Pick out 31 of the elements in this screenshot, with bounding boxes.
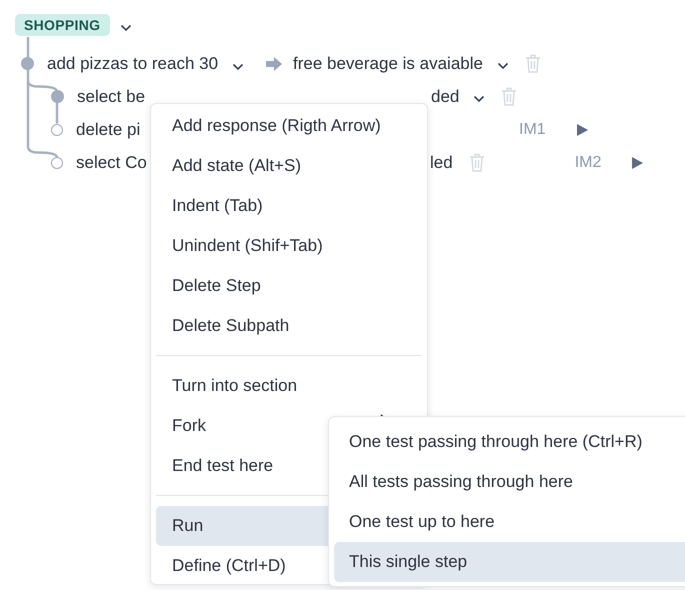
play-icon[interactable] — [576, 122, 589, 136]
chevron-down-icon[interactable] — [473, 94, 486, 102]
play-icon[interactable] — [631, 156, 644, 170]
menu-item[interactable]: Turn into section — [156, 366, 422, 406]
step-action[interactable]: select be — [77, 86, 146, 106]
menu-item[interactable]: Delete Step — [156, 266, 422, 306]
menu-item[interactable]: Add response (Rigth Arrow) — [156, 106, 422, 146]
section-badge[interactable]: SHOPPING — [15, 14, 110, 36]
menu-item[interactable]: This single step — [334, 542, 685, 582]
arrow-right-icon — [265, 56, 283, 72]
node-circle — [51, 156, 63, 168]
menu-item[interactable]: All tests passing through here — [334, 462, 685, 502]
step-response[interactable]: free beverage is avaiable — [293, 54, 483, 74]
chevron-down-icon[interactable] — [496, 62, 509, 70]
step-action[interactable]: add pizzas to reach 30 — [47, 54, 218, 74]
step-response[interactable]: led — [430, 152, 453, 172]
step-tag: IM1 — [519, 120, 546, 138]
node-circle — [51, 124, 63, 136]
step-action[interactable]: select Co — [76, 152, 147, 172]
step-action[interactable]: delete pi — [76, 120, 140, 140]
node-dot — [21, 57, 34, 70]
node-dot — [51, 90, 64, 103]
menu-item[interactable]: Unindent (Shif+Tab) — [156, 226, 422, 266]
menu-item[interactable]: Add state (Alt+S) — [156, 146, 422, 186]
chevron-down-icon[interactable] — [120, 24, 132, 32]
menu-item[interactable]: Indent (Tab) — [156, 186, 422, 226]
chevron-down-icon[interactable] — [232, 62, 244, 70]
step-response[interactable]: ded — [431, 86, 460, 106]
step-tag: IM2 — [574, 154, 602, 172]
menu-item[interactable]: Delete Subpath — [156, 306, 422, 346]
menu-item[interactable]: One test passing through here (Ctrl+R) — [334, 422, 685, 462]
